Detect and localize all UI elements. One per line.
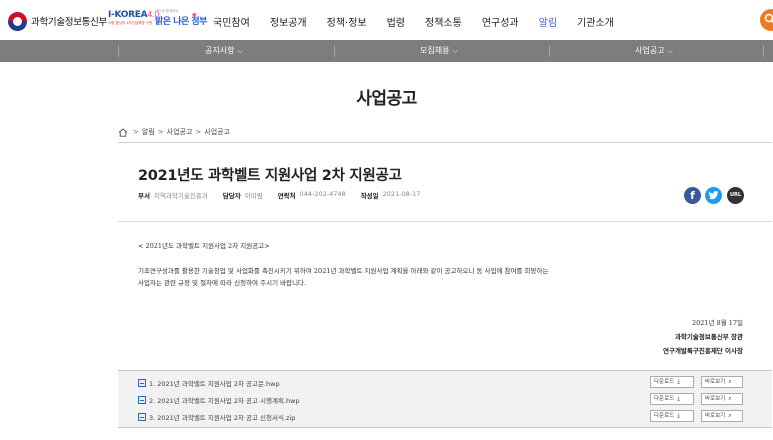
ikorea-banner[interactable]: I-KOREA4.0 사람 중심의 4차산업혁명 구현 <box>108 10 159 30</box>
url-icon: URL <box>729 192 742 198</box>
magnifier-icon: ⌕ <box>728 395 732 402</box>
attachment-filename[interactable]: 2. 2021년 과학벨트 지원사업 2차 공고 시행계획.hwp <box>149 395 300 405</box>
breadcrumb-item[interactable]: 사업공고 <box>204 127 230 137</box>
magnifier-icon: ⌕ <box>728 412 732 419</box>
download-icon: ⤓ <box>677 395 680 402</box>
government-emblem-logo[interactable] <box>8 12 27 31</box>
meta-key-contact: 연락처 <box>277 192 296 200</box>
url-copy-button[interactable]: URL <box>727 187 744 204</box>
download-label: 다운로드 <box>654 396 675 402</box>
breadcrumb-separator: > <box>195 128 202 136</box>
magnifier-icon: ⌕ <box>728 378 732 385</box>
download-button[interactable]: 다운로드 ⤓ <box>650 393 694 405</box>
sparkle-icon: ✦ <box>190 11 198 21</box>
preview-label: 바로보기 <box>705 379 726 385</box>
file-icon <box>138 379 146 387</box>
signature-foundation: 연구개발특구진흥재단 이사장 <box>662 347 743 355</box>
download-button[interactable]: 다운로드 ⤓ <box>650 376 694 388</box>
breadcrumb: > 알림 > 사업공고 > 사업공고 <box>118 127 230 137</box>
divider <box>334 45 335 57</box>
ikorea-text: I-KOREA <box>108 10 148 20</box>
facebook-share-button[interactable]: f <box>684 187 701 204</box>
file-icon <box>138 396 146 404</box>
meta-key-department: 부서 <box>138 192 150 200</box>
search-icon <box>764 13 773 24</box>
bright-government-banner[interactable]: 국민과 함께하는 밝은 나은 정부 ✦ <box>155 9 207 33</box>
divider <box>118 221 772 222</box>
preview-label: 바로보기 <box>705 413 726 419</box>
download-label: 다운로드 <box>654 379 675 385</box>
attachment-filename[interactable]: 3. 2021년 과학벨트 지원사업 2차 공고 신청서식.zip <box>149 412 295 422</box>
download-icon: ⤓ <box>677 378 680 385</box>
site-header: 과학기술정보통신부 I-KOREA4.0 사람 중심의 4차산업혁명 구현 국민… <box>0 0 773 40</box>
subnav-label: 모집채용 <box>420 46 450 55</box>
nav-item-law[interactable]: 법령 <box>387 14 405 30</box>
attachment-filename[interactable]: 1. 2021년 과학벨트 지원사업 2차 공고문.hwp <box>149 378 280 388</box>
twitter-share-button[interactable] <box>705 187 722 204</box>
search-button[interactable] <box>760 9 773 31</box>
ikorea-subtitle: 사람 중심의 4차산업혁명 구현 <box>108 21 153 25</box>
subnav-label: 공지사항 <box>205 46 235 55</box>
nav-item-research-results[interactable]: 연구성과 <box>482 14 519 30</box>
preview-button[interactable]: 바로보기 ⌕ <box>701 410 743 422</box>
twitter-icon <box>708 191 719 200</box>
nav-item-policy-communication[interactable]: 정책소통 <box>425 14 462 30</box>
body-paragraph: 기초연구성과를 활용한 기술창업 및 사업화를 촉진시키기 위하여 2021년 … <box>138 265 738 289</box>
preview-label: 바로보기 <box>705 396 726 402</box>
meta-key-date: 작성일 <box>360 192 379 200</box>
breadcrumb-item[interactable]: 사업공고 <box>167 127 193 137</box>
body-heading: < 2021년도 과학벨트 지원사업 2차 지원공고> <box>138 242 270 250</box>
preview-button[interactable]: 바로보기 ⌕ <box>701 376 743 388</box>
attachment-item: 2. 2021년 과학벨트 지원사업 2차 공고 시행계획.hwp 다운로드 ⤓ … <box>118 391 772 407</box>
body-line: 기초연구성과를 활용한 기술창업 및 사업화를 촉진시키기 위하여 2021년 … <box>138 267 549 275</box>
download-label: 다운로드 <box>654 413 675 419</box>
nav-item-disclosure[interactable]: 정보공개 <box>270 14 307 30</box>
signature-minister: 과학기술정보통신부 장관 <box>674 333 743 341</box>
body-line: 사업자는 관련 규정 및 절차에 따라 신청하여 주시기 바랍니다. <box>138 279 307 287</box>
meta-value-department: 지역과학기술진흥과 <box>153 192 208 200</box>
breadcrumb-separator: > <box>157 128 164 136</box>
post-meta: 부서 지역과학기술진흥과 담당자 이미림 연락처 044-202-4748 작성일 20… <box>138 190 435 200</box>
divider <box>763 45 764 57</box>
download-icon: ⤓ <box>677 412 680 419</box>
page-title: 사업공고 <box>356 89 417 109</box>
nav-item-notice[interactable]: 알림 <box>539 14 557 30</box>
ministry-name[interactable]: 과학기술정보통신부 <box>31 14 107 28</box>
file-icon <box>138 413 146 421</box>
subnav-label: 사업공고 <box>635 46 665 55</box>
nav-item-about[interactable]: 기관소개 <box>577 14 614 30</box>
subnav-business-dropdown[interactable]: 사업공고 ⌵ <box>635 45 673 56</box>
chevron-down-icon: ⌵ <box>452 47 458 55</box>
subnav-recruitment-dropdown[interactable]: 모집채용 ⌵ <box>420 45 458 56</box>
subnav-notice-dropdown[interactable]: 공지사항 ⌵ <box>205 45 243 56</box>
meta-value-manager: 이미림 <box>244 192 263 200</box>
post-title: 2021년도 과학벨트 지원사업 2차 지원공고 <box>138 168 402 184</box>
attachment-item: 1. 2021년 과학벨트 지원사업 2차 공고문.hwp 다운로드 ⤓ 바로보기… <box>118 374 772 390</box>
breadcrumb-item[interactable]: 알림 <box>142 127 155 137</box>
divider <box>118 142 772 143</box>
chevron-down-icon: ⌵ <box>667 47 673 55</box>
attachment-item: 3. 2021년 과학벨트 지원사업 2차 공고 신청서식.zip 다운로드 ⤓ … <box>118 408 772 424</box>
breadcrumb-separator: > <box>133 128 139 136</box>
divider <box>118 45 119 57</box>
meta-key-manager: 담당자 <box>222 192 241 200</box>
nav-item-participation[interactable]: 국민참여 <box>213 14 250 30</box>
meta-value-contact: 044-202-4748 <box>299 190 346 198</box>
facebook-icon: f <box>690 189 695 202</box>
sub-navigation-bar: 공지사항 ⌵ 모집채용 ⌵ 사업공고 ⌵ <box>0 40 773 62</box>
attachment-list: 1. 2021년 과학벨트 지원사업 2차 공고문.hwp 다운로드 ⤓ 바로보기… <box>118 370 772 428</box>
signature-date: 2021년 8월 17일 <box>691 319 743 327</box>
home-icon[interactable] <box>118 127 128 137</box>
meta-value-date: 2021-08-17 <box>382 190 421 198</box>
preview-button[interactable]: 바로보기 ⌕ <box>701 393 743 405</box>
main-navigation: 국민참여 정보공개 정책·정보 법령 정책소통 연구성과 알림 기관소개 <box>213 14 634 30</box>
chevron-down-icon: ⌵ <box>237 47 243 55</box>
nav-item-policy-info[interactable]: 정책·정보 <box>327 14 367 30</box>
divider <box>549 45 550 57</box>
download-button[interactable]: 다운로드 ⤓ <box>650 410 694 422</box>
